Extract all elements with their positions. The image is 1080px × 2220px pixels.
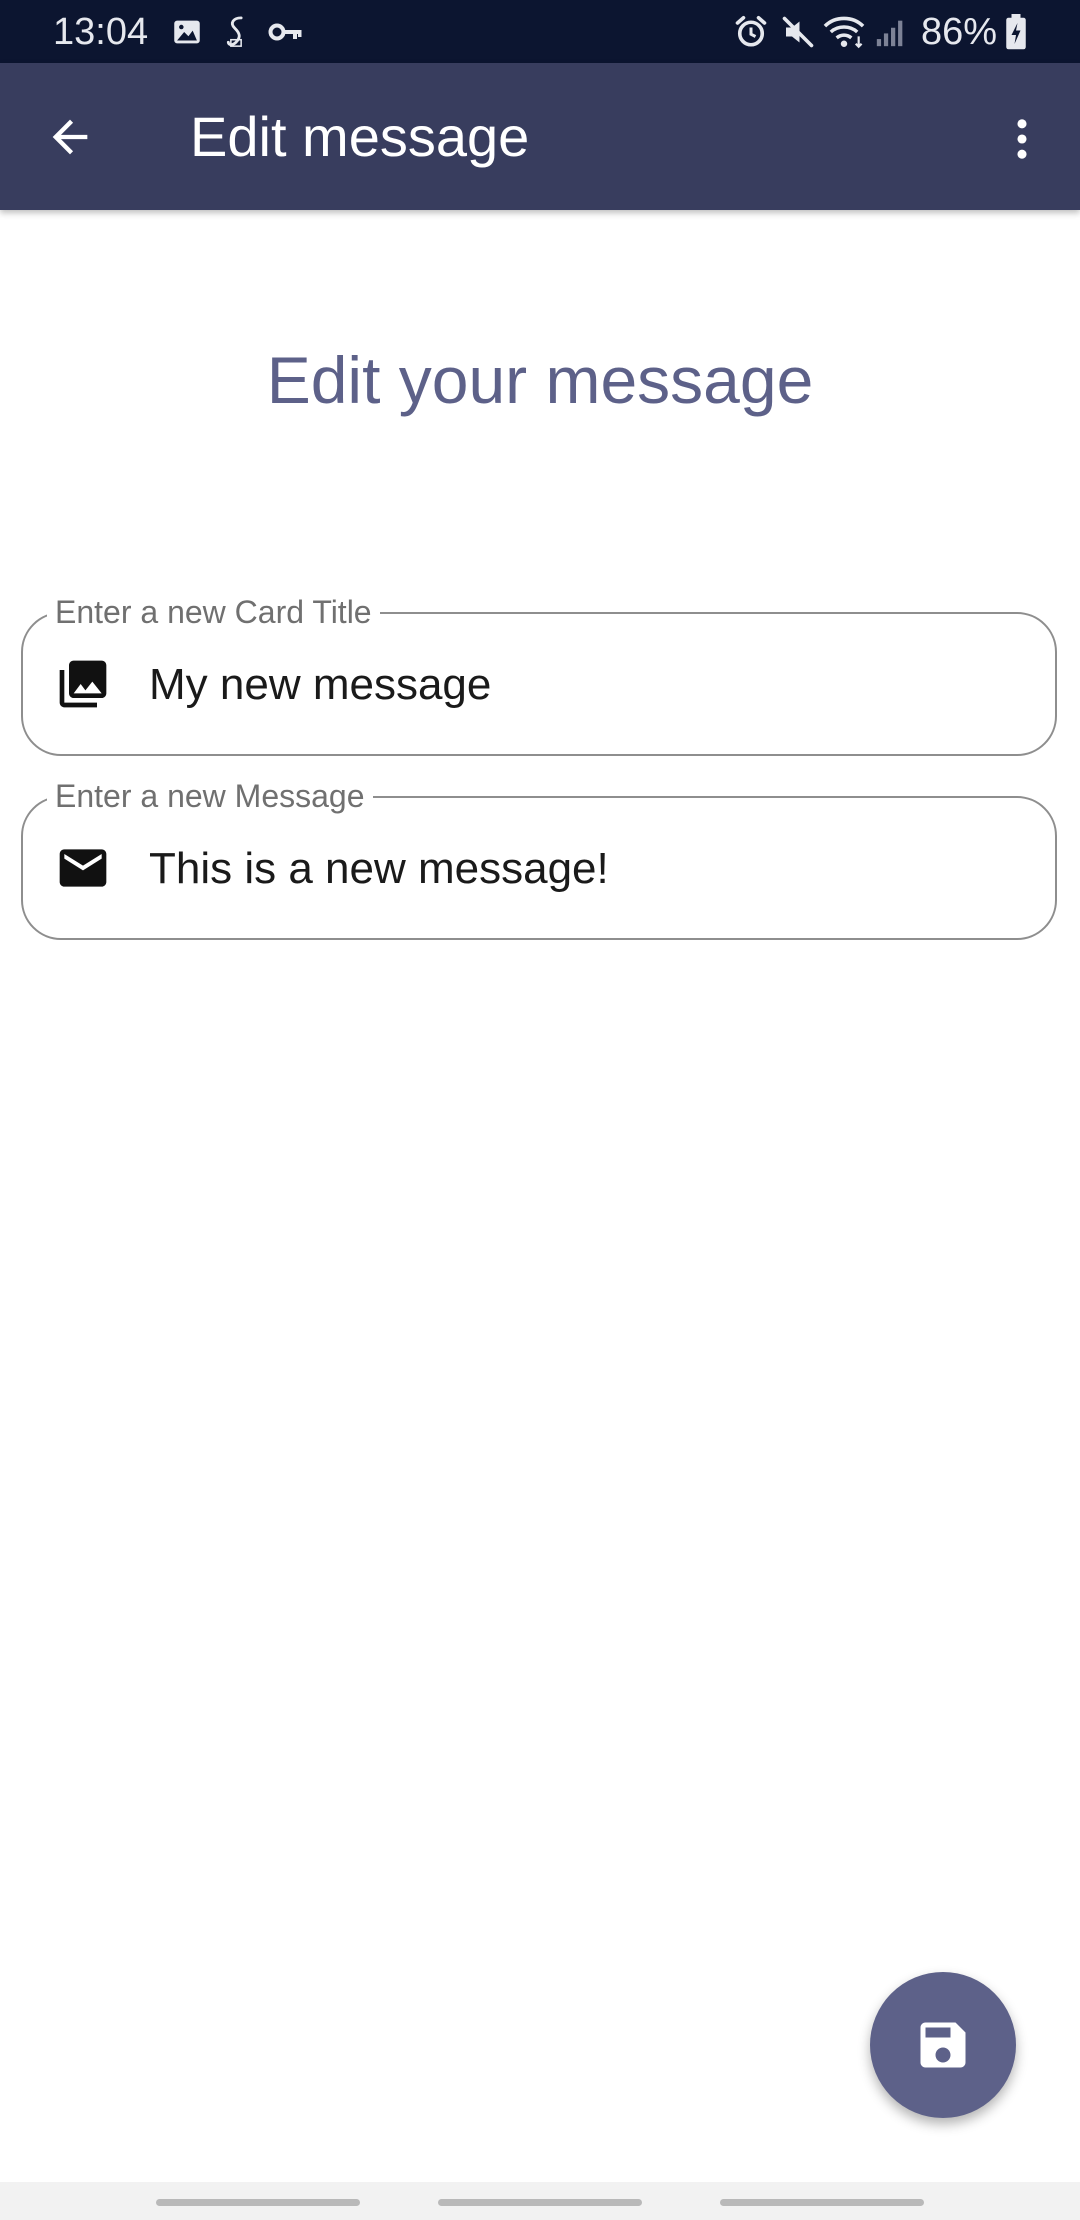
key-icon — [268, 23, 302, 41]
more-options-button[interactable] — [990, 103, 1054, 175]
s-health-icon — [226, 16, 243, 47]
nav-recents-handle[interactable] — [156, 2199, 360, 2206]
save-icon — [920, 2022, 966, 2068]
wifi-icon — [823, 16, 865, 49]
mute-icon — [782, 16, 814, 48]
signal-icon — [876, 20, 903, 47]
message-input[interactable]: This is a new message! — [149, 842, 609, 896]
card-title-field[interactable]: Enter a new Card Title My new message — [21, 592, 1057, 756]
mail-icon — [59, 849, 107, 887]
app-bar-title: Edit message — [190, 105, 530, 168]
save-button[interactable] — [870, 1972, 1016, 2118]
app-bar: Edit message — [0, 63, 1080, 210]
system-nav-bar — [0, 2182, 1080, 2220]
nav-back-handle[interactable] — [720, 2199, 924, 2206]
nav-home-handle[interactable] — [438, 2199, 642, 2206]
card-title-input[interactable]: My new message — [149, 658, 491, 712]
image-icon — [174, 20, 200, 44]
page-heading: Edit your message — [266, 343, 814, 417]
message-field-label: Enter a new Message — [47, 776, 373, 816]
arrow-back-icon — [52, 119, 88, 155]
battery-percent: 86% — [921, 11, 998, 53]
status-bar: 13:04 86% — [0, 0, 1080, 63]
more-vert-icon — [1017, 119, 1027, 159]
status-time: 13:04 — [53, 11, 149, 53]
card-title-field-label: Enter a new Card Title — [47, 592, 380, 632]
battery-charging-icon — [1006, 14, 1026, 50]
back-button[interactable] — [30, 101, 110, 173]
message-field[interactable]: Enter a new Message This is a new messag… — [21, 776, 1057, 940]
photo-library-icon — [59, 660, 107, 708]
alarm-icon — [735, 15, 767, 47]
